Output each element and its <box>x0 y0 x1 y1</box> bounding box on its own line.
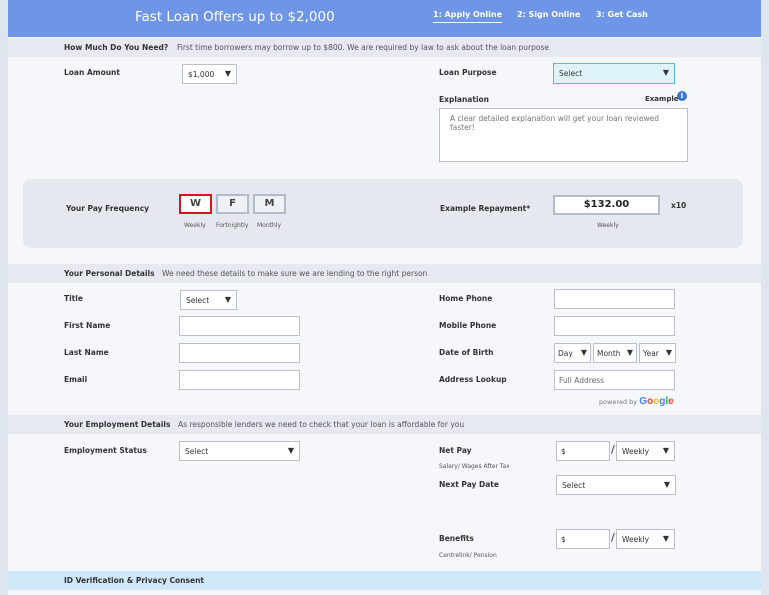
section-heading: How Much Do You Need? <box>64 43 169 52</box>
powered-by-google: powered by Google <box>599 396 674 407</box>
loan-amount-select[interactable]: $1,000 ▼ <box>182 64 237 84</box>
frequency-weekly-button[interactable]: W <box>179 194 212 214</box>
next-pay-date-label: Next Pay Date <box>439 480 499 489</box>
explanation-textarea[interactable]: A clear detailed explanation will get yo… <box>439 108 688 162</box>
title-value: Select <box>186 296 210 305</box>
dob-day-select[interactable]: Day ▼ <box>554 343 591 363</box>
loan-purpose-label: Loan Purpose <box>439 68 497 77</box>
chevron-down-icon: ▼ <box>662 446 669 455</box>
chevron-down-icon: ▼ <box>665 348 672 357</box>
last-name-label: Last Name <box>64 348 109 357</box>
last-name-field[interactable] <box>179 343 300 363</box>
mobile-phone-label: Mobile Phone <box>439 321 497 330</box>
frequency-monthly-caption: Monthly <box>257 222 282 229</box>
home-phone-field[interactable] <box>554 289 675 309</box>
loan-amount-label: Loan Amount <box>64 68 120 77</box>
section-subtext: As responsible lenders we need to check … <box>178 420 465 429</box>
benefits-caption: Centrelink/ Pension <box>439 552 497 559</box>
example-link[interactable]: Example <box>645 95 678 103</box>
step-get-cash[interactable]: 3: Get Cash <box>596 10 648 19</box>
google-logo: Google <box>639 396 674 407</box>
example-repayment-label: Example Repayment* <box>440 204 531 213</box>
title-label: Title <box>64 294 83 303</box>
section-heading: Your Employment Details <box>64 420 171 429</box>
chevron-down-icon: ▼ <box>224 295 231 304</box>
step-sign-online[interactable]: 2: Sign Online <box>517 10 580 19</box>
section-heading: Your Personal Details <box>64 269 155 278</box>
first-name-label: First Name <box>64 321 111 330</box>
loan-purpose-value: Select <box>559 69 583 78</box>
net-pay-label: Net Pay <box>439 446 472 455</box>
home-phone-label: Home Phone <box>439 294 493 303</box>
net-pay-frequency-select[interactable]: Weekly ▼ <box>616 441 675 461</box>
frequency-monthly-button[interactable]: M <box>253 194 286 214</box>
section-subtext: We need these details to make sure we ar… <box>162 269 428 278</box>
chevron-down-icon: ▼ <box>662 534 669 543</box>
first-name-field[interactable] <box>179 316 300 336</box>
personal-details-section-bar: Your Personal Details We need these deta… <box>8 264 761 283</box>
mobile-phone-field[interactable] <box>554 316 675 336</box>
benefits-frequency-select[interactable]: Weekly ▼ <box>616 529 675 549</box>
benefits-divider: / <box>611 531 615 544</box>
chevron-down-icon: ▼ <box>287 446 294 455</box>
pay-frequency-label: Your Pay Frequency <box>66 204 150 213</box>
dob-month-value: Month <box>597 349 621 358</box>
employment-status-label: Employment Status <box>64 446 147 455</box>
frequency-weekly-caption: Weekly <box>184 222 206 229</box>
email-label: Email <box>64 375 88 384</box>
chevron-down-icon: ▼ <box>663 480 670 489</box>
explanation-label: Explanation <box>439 95 490 104</box>
powered-by-text: powered by <box>599 398 638 406</box>
dob-month-select[interactable]: Month ▼ <box>593 343 637 363</box>
application-page: Fast Loan Offers up to $2,000 1: Apply O… <box>8 0 761 595</box>
employment-status-value: Select <box>185 447 209 456</box>
benefits-label: Benefits <box>439 534 474 543</box>
net-pay-frequency-value: Weekly <box>622 447 650 456</box>
dob-year-select[interactable]: Year ▼ <box>639 343 676 363</box>
repayment-caption: Weekly <box>597 222 619 229</box>
id-verification-section-bar: ID Verification & Privacy Consent <box>8 571 761 590</box>
address-lookup-label: Address Lookup <box>439 375 507 384</box>
chevron-down-icon: ▼ <box>662 68 669 77</box>
employment-status-select[interactable]: Select ▼ <box>179 441 300 461</box>
chevron-down-icon: ▼ <box>580 348 587 357</box>
chevron-down-icon: ▼ <box>224 69 231 78</box>
benefits-frequency-value: Weekly <box>622 535 650 544</box>
step-apply-online[interactable]: 1: Apply Online <box>433 10 503 23</box>
chevron-down-icon: ▼ <box>626 348 633 357</box>
net-pay-field[interactable]: $ <box>556 441 610 461</box>
loan-amount-section-bar: How Much Do You Need? First time borrowe… <box>8 38 761 57</box>
loan-amount-value: $1,000 <box>188 70 215 79</box>
email-field[interactable] <box>179 370 300 390</box>
dob-label: Date of Birth <box>439 348 494 357</box>
address-lookup-field[interactable]: Full Address <box>554 370 675 390</box>
page-title: Fast Loan Offers up to $2,000 <box>135 9 335 25</box>
net-pay-divider: / <box>611 443 615 456</box>
next-pay-date-select[interactable]: Select ▼ <box>556 475 676 495</box>
title-select[interactable]: Select ▼ <box>180 290 237 310</box>
frequency-fortnightly-caption: Fortnightly <box>216 222 249 229</box>
next-pay-date-value: Select <box>562 481 586 490</box>
dob-year-value: Year <box>643 349 659 358</box>
info-icon[interactable]: i <box>677 91 687 101</box>
dob-day-value: Day <box>558 349 573 358</box>
frequency-fortnightly-button[interactable]: F <box>216 194 249 214</box>
example-repayment-value: $132.00 <box>553 195 660 215</box>
section-heading: ID Verification & Privacy Consent <box>64 576 204 585</box>
repayment-multiplier: x10 <box>671 201 687 210</box>
benefits-field[interactable]: $ <box>556 529 610 549</box>
section-subtext: First time borrowers may borrow up to $8… <box>177 43 549 52</box>
employment-details-section-bar: Your Employment Details As responsible l… <box>8 415 761 434</box>
loan-purpose-select[interactable]: Select ▼ <box>553 63 675 84</box>
header-bar: Fast Loan Offers up to $2,000 1: Apply O… <box>8 0 761 37</box>
net-pay-caption: Salary/ Wages After Tax <box>439 463 510 470</box>
